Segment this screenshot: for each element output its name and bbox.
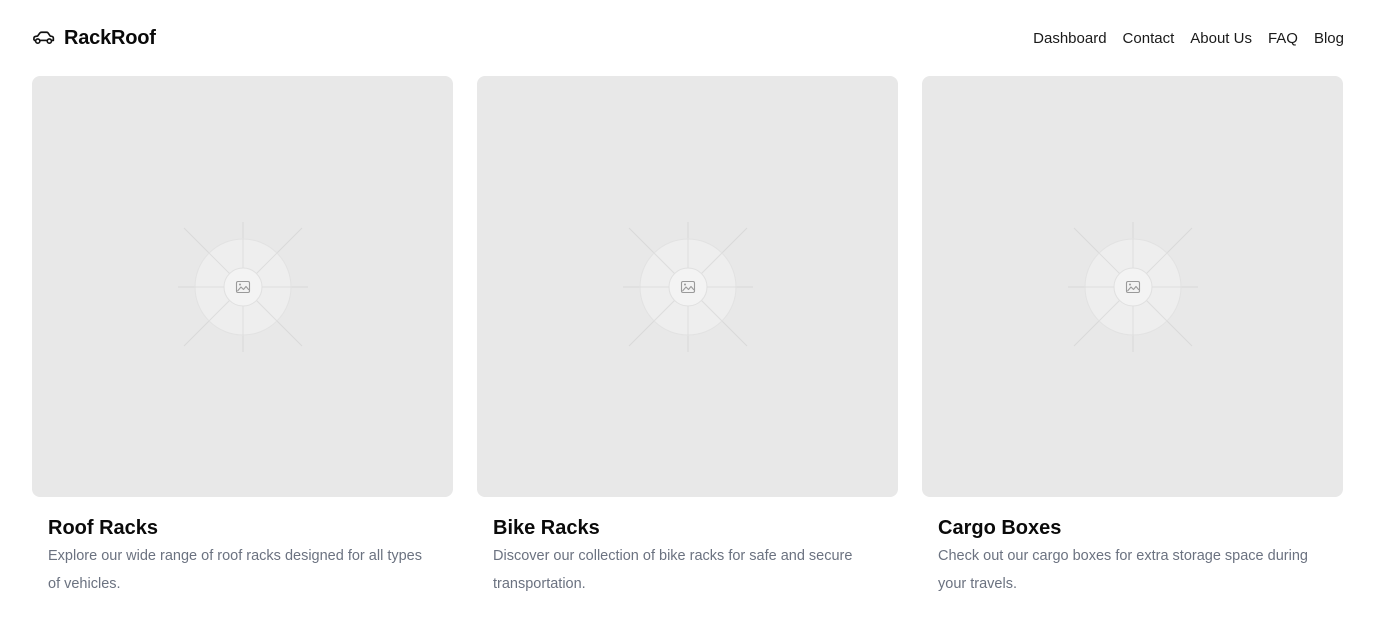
card-body: Roof Racks Explore our wide range of roo… — [32, 497, 453, 598]
nav-link-dashboard[interactable]: Dashboard — [1033, 30, 1106, 47]
card-description: Explore our wide range of roof racks des… — [48, 548, 422, 592]
card-description: Discover our collection of bike racks fo… — [493, 548, 853, 592]
card-title: Cargo Boxes — [938, 517, 1062, 539]
card-image — [32, 76, 453, 497]
image-placeholder-icon — [623, 222, 753, 352]
product-card-bike-racks[interactable]: Bike Racks Discover our collection of bi… — [477, 76, 898, 598]
car-icon — [33, 31, 55, 44]
nav-link-about-us[interactable]: About Us — [1190, 30, 1252, 47]
site-header: RackRoof Dashboard Contact About Us FAQ … — [32, 20, 1344, 56]
card-description: Check out our cargo boxes for extra stor… — [938, 548, 1308, 592]
card-body: Bike Racks Discover our collection of bi… — [477, 497, 898, 598]
image-placeholder-icon — [1068, 222, 1198, 352]
brand-logo[interactable]: RackRoof — [32, 27, 156, 50]
main-nav: Dashboard Contact About Us FAQ Blog — [1033, 30, 1344, 47]
nav-link-faq[interactable]: FAQ — [1268, 30, 1298, 47]
brand-name: RackRoof — [64, 26, 156, 49]
nav-link-blog[interactable]: Blog — [1314, 30, 1344, 47]
product-card-roof-racks[interactable]: Roof Racks Explore our wide range of roo… — [32, 76, 453, 598]
card-title: Roof Racks — [48, 517, 159, 539]
product-card-cargo-boxes[interactable]: Cargo Boxes Check out our cargo boxes fo… — [922, 76, 1343, 598]
image-placeholder-icon — [178, 222, 308, 352]
product-category-grid: Roof Racks Explore our wide range of roo… — [32, 76, 1344, 598]
card-title: Bike Racks — [493, 517, 600, 539]
card-body: Cargo Boxes Check out our cargo boxes fo… — [922, 497, 1343, 598]
nav-link-contact[interactable]: Contact — [1123, 30, 1175, 47]
card-image — [922, 76, 1343, 497]
card-image — [477, 76, 898, 497]
